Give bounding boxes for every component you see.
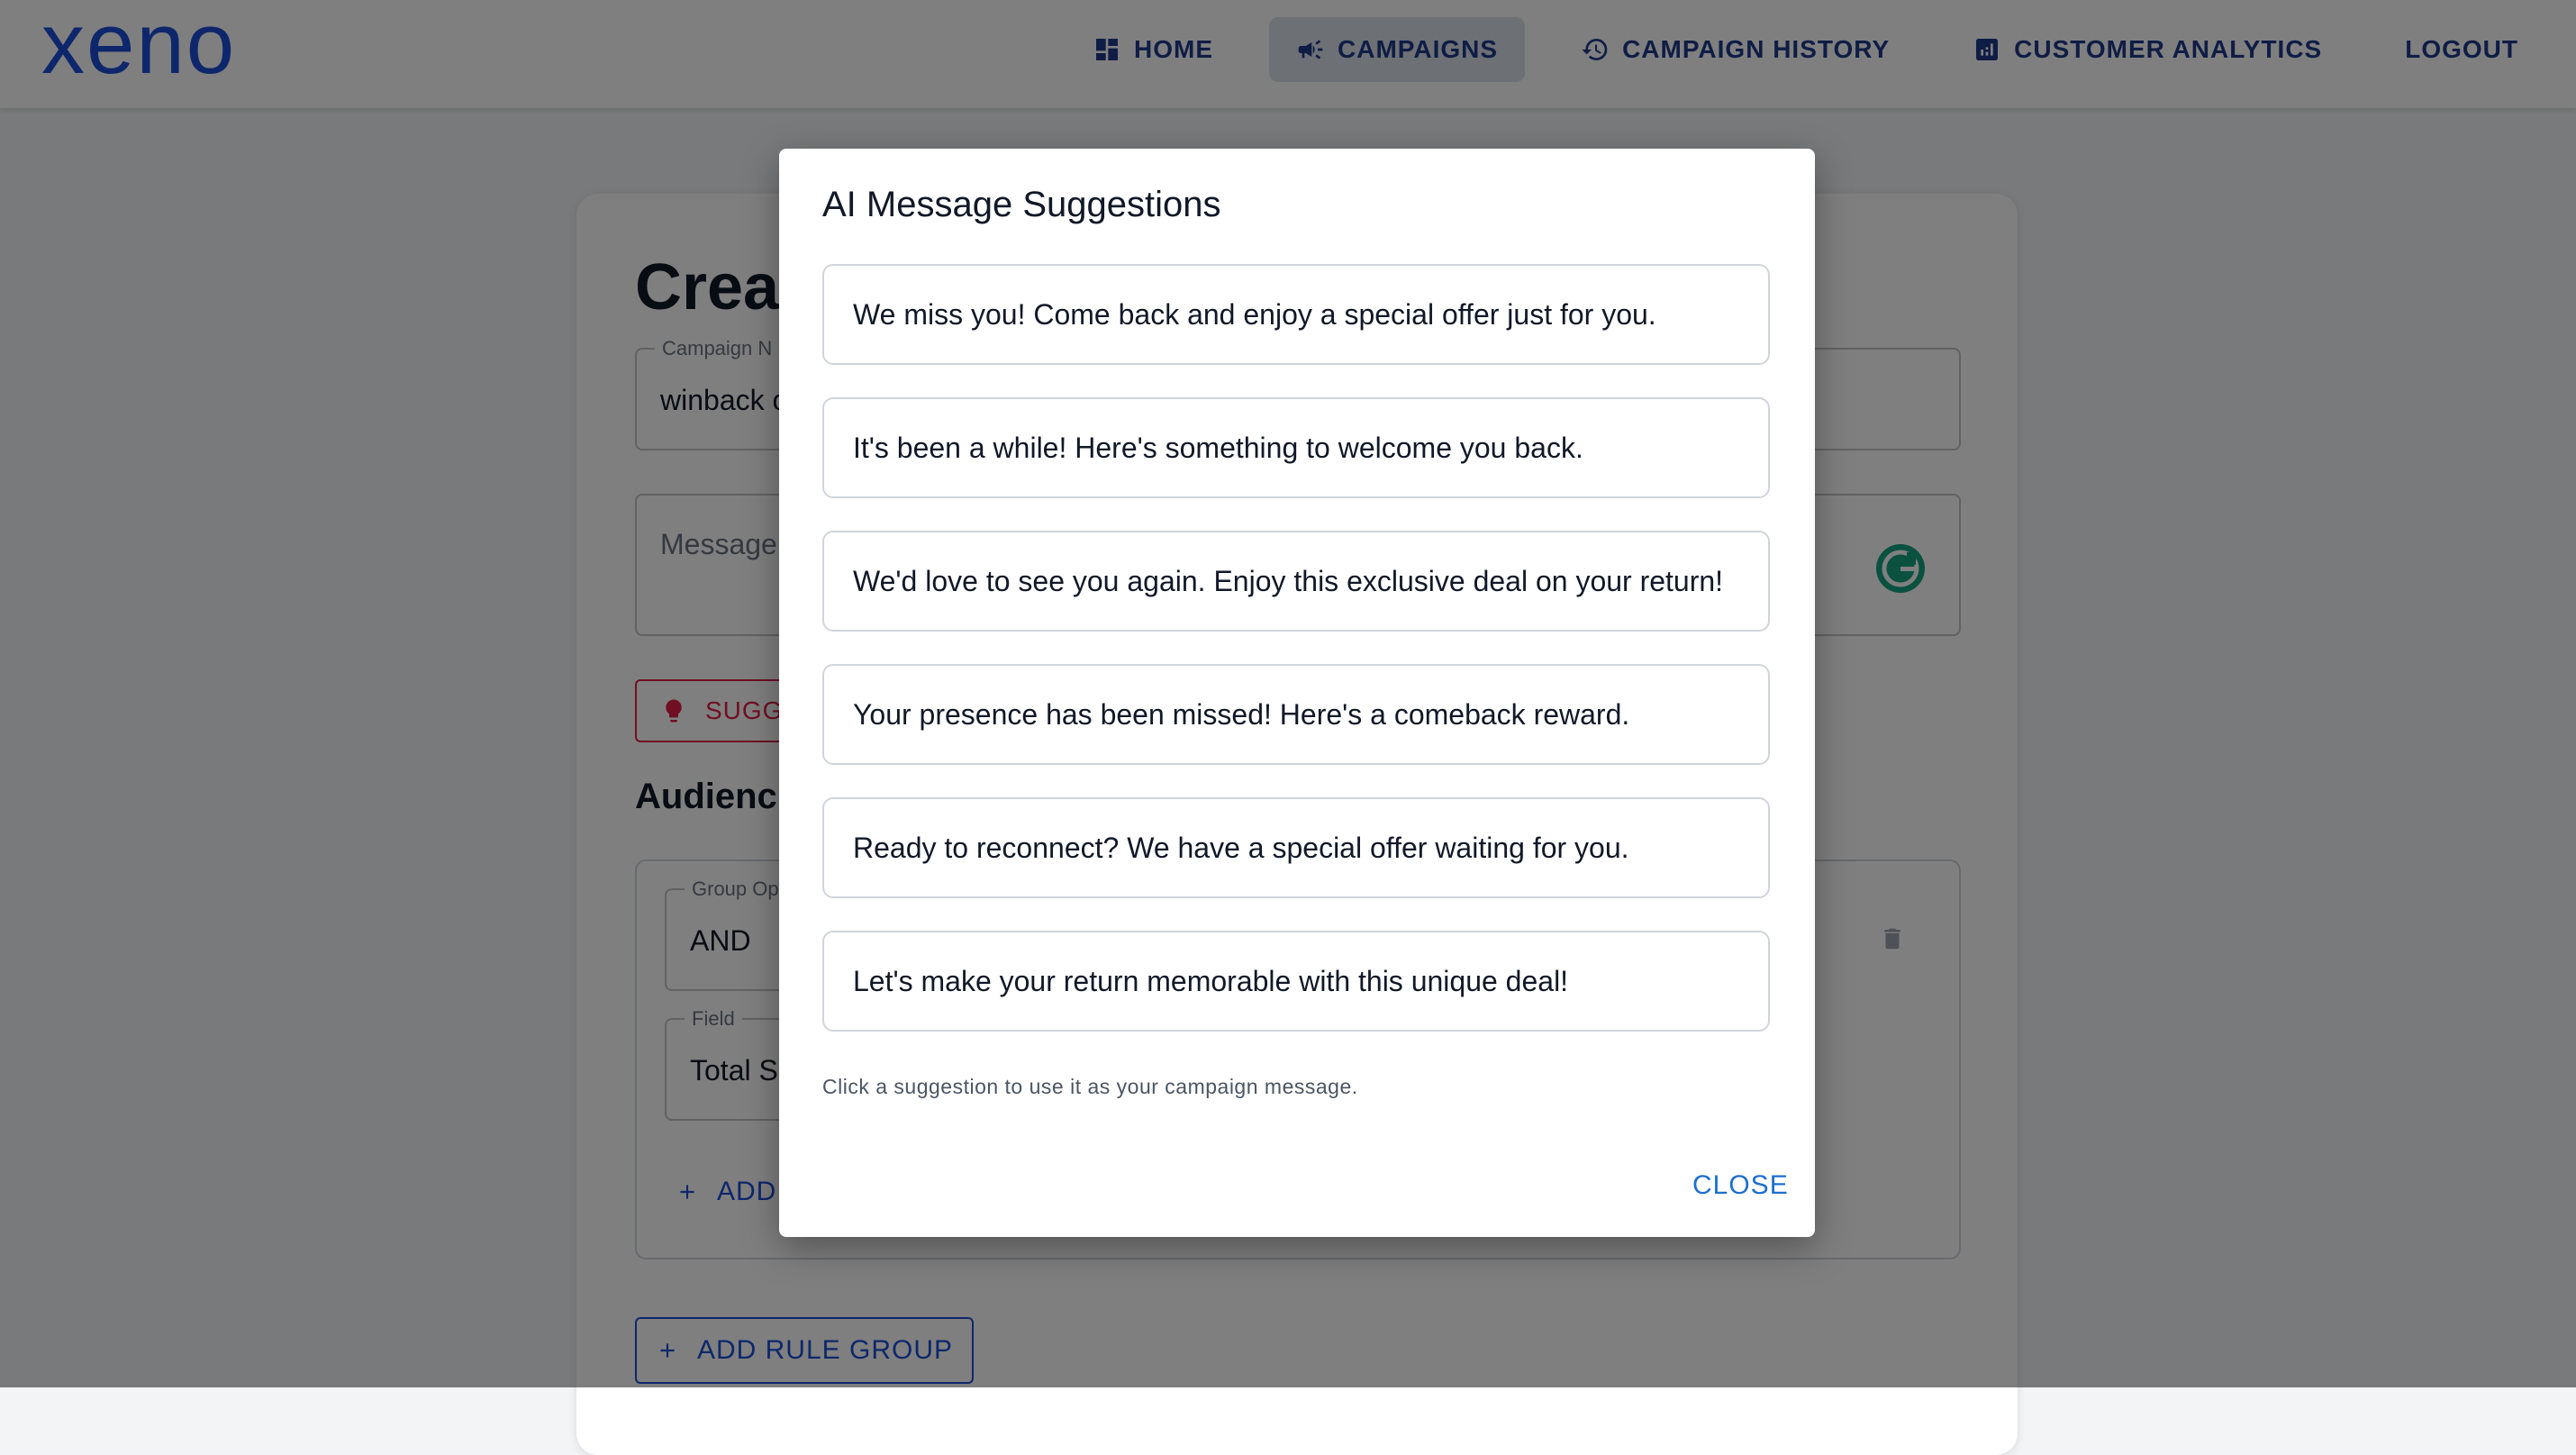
close-button[interactable]: CLOSE bbox=[1692, 1170, 1789, 1201]
suggestion-option[interactable]: Let's make your return memorable with th… bbox=[822, 931, 1770, 1032]
dialog-hint-text: Click a suggestion to use it as your cam… bbox=[822, 1075, 1358, 1098]
suggestion-option[interactable]: We miss you! Come back and enjoy a speci… bbox=[822, 264, 1770, 365]
suggestion-option[interactable]: It's been a while! Here's something to w… bbox=[822, 397, 1770, 498]
dialog-title: AI Message Suggestions bbox=[822, 185, 1221, 224]
suggestion-option[interactable]: Your presence has been missed! Here's a … bbox=[822, 664, 1770, 765]
suggestion-option[interactable]: We'd love to see you again. Enjoy this e… bbox=[822, 531, 1770, 632]
ai-suggestions-dialog: AI Message Suggestions We miss you! Come… bbox=[779, 149, 1815, 1237]
suggestion-option[interactable]: Ready to reconnect? We have a special of… bbox=[822, 797, 1770, 898]
